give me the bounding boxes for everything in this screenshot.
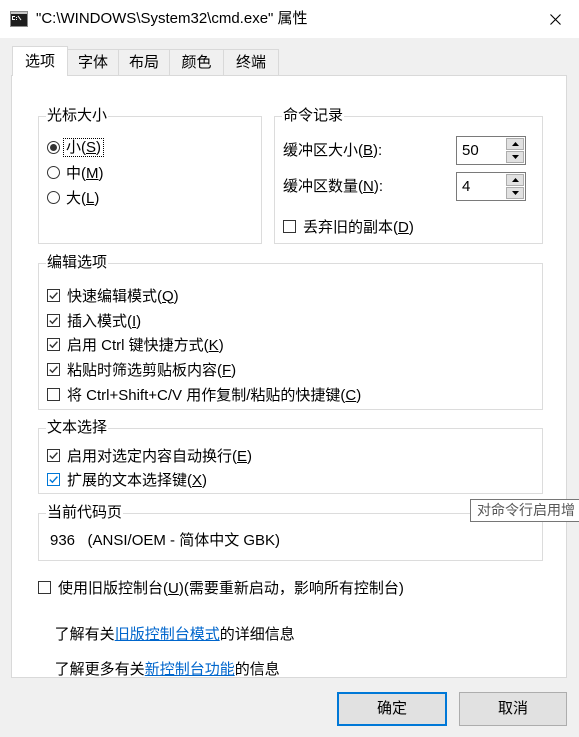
cmd-icon — [10, 11, 28, 27]
buffer-size-increment-button[interactable] — [506, 138, 524, 150]
text-selection-group: 文本选择 启用对选定内容自动换行(E) 扩展的文本选择键(X) — [38, 419, 543, 494]
buffer-count-input[interactable] — [457, 173, 505, 200]
copy-paste-shortcuts-checkbox[interactable] — [47, 387, 60, 401]
discard-old-duplicates-label: 丢弃旧的副本(D) — [303, 218, 414, 236]
copy-paste-shortcuts-label: 将 Ctrl+Shift+C/V 用作复制/粘贴的快捷键(C) — [67, 386, 362, 404]
arrow-down-icon — [511, 191, 519, 195]
checkmark-icon — [49, 316, 58, 324]
code-page-value: 936 (ANSI/OEM - 简体中文 GBK) — [50, 532, 281, 549]
extended-selection-keys-label: 扩展的文本选择键(X) — [67, 471, 208, 489]
filter-clipboard-option[interactable]: 粘贴时筛选剪贴板内容(F) — [47, 359, 236, 379]
command-history-title: 命令记录 — [282, 107, 345, 125]
cursor-size-title: 光标大小 — [46, 107, 109, 125]
title-bar: "C:\WINDOWS\System32\cmd.exe" 属性 — [0, 0, 579, 38]
options-tab-page: 光标大小 小(S) 中(M) 大(L) 命令记录 缓冲区大小(B): 缓冲区数量… — [11, 75, 567, 678]
arrow-up-icon — [511, 142, 519, 146]
tab-layout[interactable]: 布局 — [118, 49, 170, 76]
new-features-info-prefix: 了解更多有关 — [54, 661, 145, 678]
new-features-info-suffix: 的信息 — [234, 661, 280, 678]
cursor-size-small-option[interactable]: 小(S) — [47, 137, 105, 157]
cursor-size-large-option[interactable]: 大(L) — [47, 187, 99, 207]
buffer-count-spinner[interactable] — [456, 172, 526, 201]
buffer-count-decrement-button[interactable] — [506, 187, 524, 199]
checkmark-icon — [49, 365, 58, 373]
extended-selection-keys-checkbox[interactable] — [47, 472, 60, 486]
ctrl-shortcuts-option[interactable]: 启用 Ctrl 键快捷方式(K) — [47, 334, 224, 354]
filter-clipboard-label: 粘贴时筛选剪贴板内容(F) — [67, 361, 237, 379]
buffer-count-increment-button[interactable] — [506, 174, 524, 186]
new-features-link[interactable]: 新控制台功能 — [145, 661, 235, 678]
cursor-size-large-radio[interactable] — [47, 190, 60, 204]
insert-mode-option[interactable]: 插入模式(I) — [47, 310, 141, 330]
buffer-size-label: 缓冲区大小(B): — [283, 142, 383, 159]
filter-clipboard-checkbox[interactable] — [47, 362, 60, 376]
cursor-size-large-label: 大(L) — [66, 189, 100, 207]
checkmark-icon — [49, 340, 58, 348]
discard-old-duplicates-option[interactable]: 丢弃旧的副本(D) — [283, 216, 414, 236]
arrow-up-icon — [511, 178, 519, 182]
legacy-mode-info: 了解有关旧版控制台模式的详细信息 — [38, 605, 295, 643]
ok-button[interactable]: 确定 — [337, 692, 447, 726]
buffer-size-input[interactable] — [457, 137, 505, 164]
ctrl-shortcuts-label: 启用 Ctrl 键快捷方式(K) — [67, 336, 224, 354]
quick-edit-label: 快速编辑模式(Q) — [67, 287, 179, 305]
line-wrap-selection-label: 启用对选定内容自动换行(E) — [67, 447, 253, 465]
legacy-console-option[interactable]: 使用旧版控制台(U)(需要重新启动，影响所有控制台) — [38, 577, 404, 597]
text-selection-title: 文本选择 — [46, 419, 109, 437]
insert-mode-label: 插入模式(I) — [67, 312, 142, 330]
radio-dot — [50, 143, 57, 151]
checkmark-icon — [49, 291, 58, 299]
quick-edit-checkbox[interactable] — [47, 288, 60, 302]
tab-terminal[interactable]: 终端 — [223, 49, 279, 76]
code-page-title: 当前代码页 — [46, 504, 124, 522]
checkmark-icon — [49, 475, 58, 483]
close-button[interactable] — [532, 0, 579, 38]
buffer-count-label: 缓冲区数量(N): — [283, 178, 384, 195]
ctrl-shortcuts-checkbox[interactable] — [47, 337, 60, 351]
new-features-info: 了解更多有关新控制台功能的信息 — [38, 640, 280, 678]
buffer-size-spinner[interactable] — [456, 136, 526, 165]
quick-edit-option[interactable]: 快速编辑模式(Q) — [47, 285, 179, 305]
buffer-size-decrement-button[interactable] — [506, 151, 524, 163]
cancel-button[interactable]: 取消 — [459, 692, 567, 726]
legacy-console-checkbox[interactable] — [38, 580, 51, 594]
discard-old-duplicates-checkbox[interactable] — [283, 219, 296, 233]
cursor-size-small-radio[interactable] — [47, 140, 60, 154]
extended-selection-keys-option[interactable]: 扩展的文本选择键(X) — [47, 469, 207, 489]
tab-font[interactable]: 字体 — [67, 49, 119, 76]
code-page-group: 当前代码页 936 (ANSI/OEM - 简体中文 GBK) — [38, 504, 543, 561]
cursor-size-medium-radio[interactable] — [47, 165, 60, 179]
tooltip: 对命令行启用增 — [470, 499, 579, 522]
cursor-size-small-label: 小(S) — [62, 137, 105, 157]
edit-options-title: 编辑选项 — [46, 254, 109, 272]
copy-paste-shortcuts-option[interactable]: 将 Ctrl+Shift+C/V 用作复制/粘贴的快捷键(C) — [47, 384, 361, 404]
tab-options[interactable]: 选项 — [12, 46, 68, 76]
window-title: "C:\WINDOWS\System32\cmd.exe" 属性 — [36, 10, 308, 27]
cursor-size-medium-option[interactable]: 中(M) — [47, 162, 104, 182]
tab-colors[interactable]: 颜色 — [169, 49, 224, 76]
close-icon — [550, 13, 561, 25]
cursor-size-medium-label: 中(M) — [66, 164, 104, 182]
edit-options-group: 编辑选项 快速编辑模式(Q) 插入模式(I) 启用 Ctrl 键快捷方式(K) … — [38, 254, 543, 410]
cursor-size-group: 光标大小 小(S) 中(M) 大(L) — [38, 107, 262, 244]
line-wrap-selection-option[interactable]: 启用对选定内容自动换行(E) — [47, 445, 252, 465]
checkmark-icon — [49, 451, 58, 459]
command-history-group: 命令记录 缓冲区大小(B): 缓冲区数量(N): 丢弃旧的副本(D) — [274, 107, 543, 244]
arrow-down-icon — [511, 155, 519, 159]
line-wrap-selection-checkbox[interactable] — [47, 448, 60, 462]
legacy-console-label: 使用旧版控制台(U)(需要重新启动，影响所有控制台) — [58, 579, 404, 597]
insert-mode-checkbox[interactable] — [47, 313, 60, 327]
